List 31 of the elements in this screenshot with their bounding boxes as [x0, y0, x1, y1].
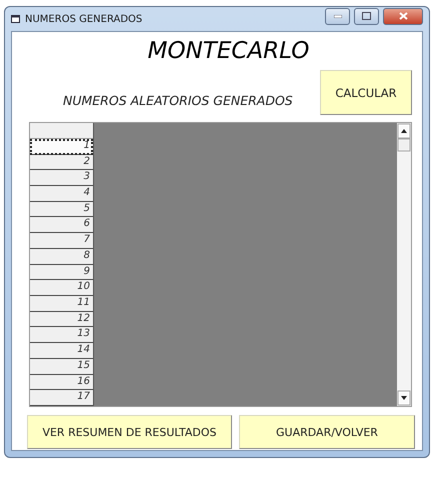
row-header[interactable]: 14	[30, 343, 93, 359]
row-header[interactable]: 9	[30, 264, 93, 280]
maximize-icon	[362, 12, 371, 20]
close-icon	[398, 12, 408, 20]
row-header[interactable]: 17	[30, 390, 93, 406]
row-header[interactable]: 3	[30, 170, 93, 186]
heading: MONTECARLO	[148, 38, 310, 66]
row-header[interactable]: 1	[30, 138, 93, 155]
row-header[interactable]: 8	[30, 248, 93, 265]
vertical-scrollbar[interactable]	[397, 123, 411, 406]
row-header[interactable]: 10	[30, 280, 93, 296]
subtitle: NUMEROS ALEATORIOS GENERADOS	[63, 93, 293, 108]
row-header[interactable]: 7	[30, 233, 93, 249]
row-header[interactable]: 12	[30, 312, 93, 328]
row-header[interactable]: 6	[30, 217, 93, 234]
row-header[interactable]: 15	[30, 358, 93, 374]
minimize-button[interactable]	[325, 8, 350, 24]
maximize-button[interactable]	[354, 8, 379, 24]
row-header[interactable]: 5	[30, 202, 93, 218]
close-button[interactable]	[383, 8, 423, 24]
row-header[interactable]: 2	[30, 154, 93, 170]
row-header[interactable]: 4	[30, 186, 93, 202]
row-header[interactable]: 11	[30, 296, 93, 312]
window-icon	[11, 14, 21, 24]
summary-button[interactable]: VER RESUMEN DE RESULTADOS	[27, 415, 232, 449]
row-header[interactable]: 16	[30, 374, 93, 390]
minimize-icon	[334, 14, 342, 18]
save-button[interactable]: GUARDAR/VOLVER	[239, 415, 415, 449]
row-header[interactable]: 13	[30, 327, 93, 344]
window-title: NUMEROS GENERADOS	[25, 14, 144, 24]
calculate-button[interactable]: CALCULAR	[320, 70, 412, 115]
